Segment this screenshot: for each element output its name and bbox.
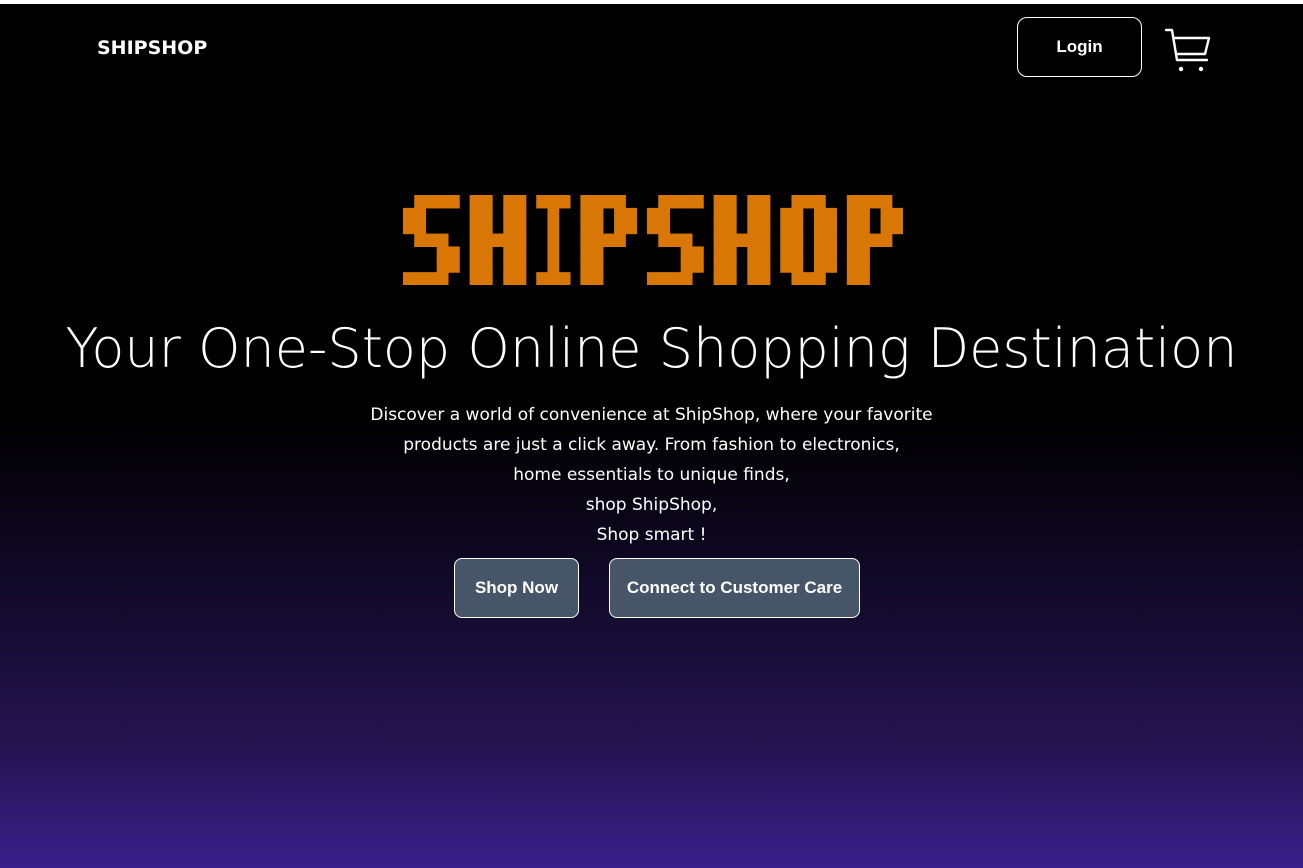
login-button[interactable]: Login: [1017, 17, 1142, 77]
cart-svg: [1164, 28, 1211, 72]
logo-letter: [580, 195, 638, 286]
shipshop-pixel-logo: [403, 195, 904, 286]
hero-headline: Your One-Stop Online Shopping Destinatio…: [65, 317, 1238, 380]
brand-logo-text[interactable]: SHIPSHOP: [97, 37, 207, 59]
shopping-cart-icon[interactable]: [1163, 24, 1213, 74]
shop-now-button[interactable]: Shop Now: [454, 558, 579, 618]
description-line: products are just a click away. From fas…: [403, 435, 900, 455]
logo-letter: [780, 195, 837, 286]
hero-description: Discover a world of convenience at ShipS…: [0, 400, 1303, 550]
description-line: shop ShipShop,: [585, 495, 718, 515]
logo-letter: [846, 195, 904, 286]
customer-care-button[interactable]: Connect to Customer Care: [609, 558, 860, 618]
logo-letter: [536, 195, 571, 286]
logo-letter: [469, 195, 527, 286]
description-line: home essentials to unique finds,: [513, 465, 790, 485]
logo-letter: [403, 195, 460, 286]
description-line: Shop smart !: [596, 525, 707, 545]
logo-letter: [647, 195, 704, 286]
page: SHIPSHOP Login Your One-Stop Online Shop…: [0, 4, 1303, 868]
description-line: Discover a world of convenience at ShipS…: [370, 405, 933, 425]
logo-svg: [403, 195, 904, 286]
logo-letter: [713, 195, 771, 286]
